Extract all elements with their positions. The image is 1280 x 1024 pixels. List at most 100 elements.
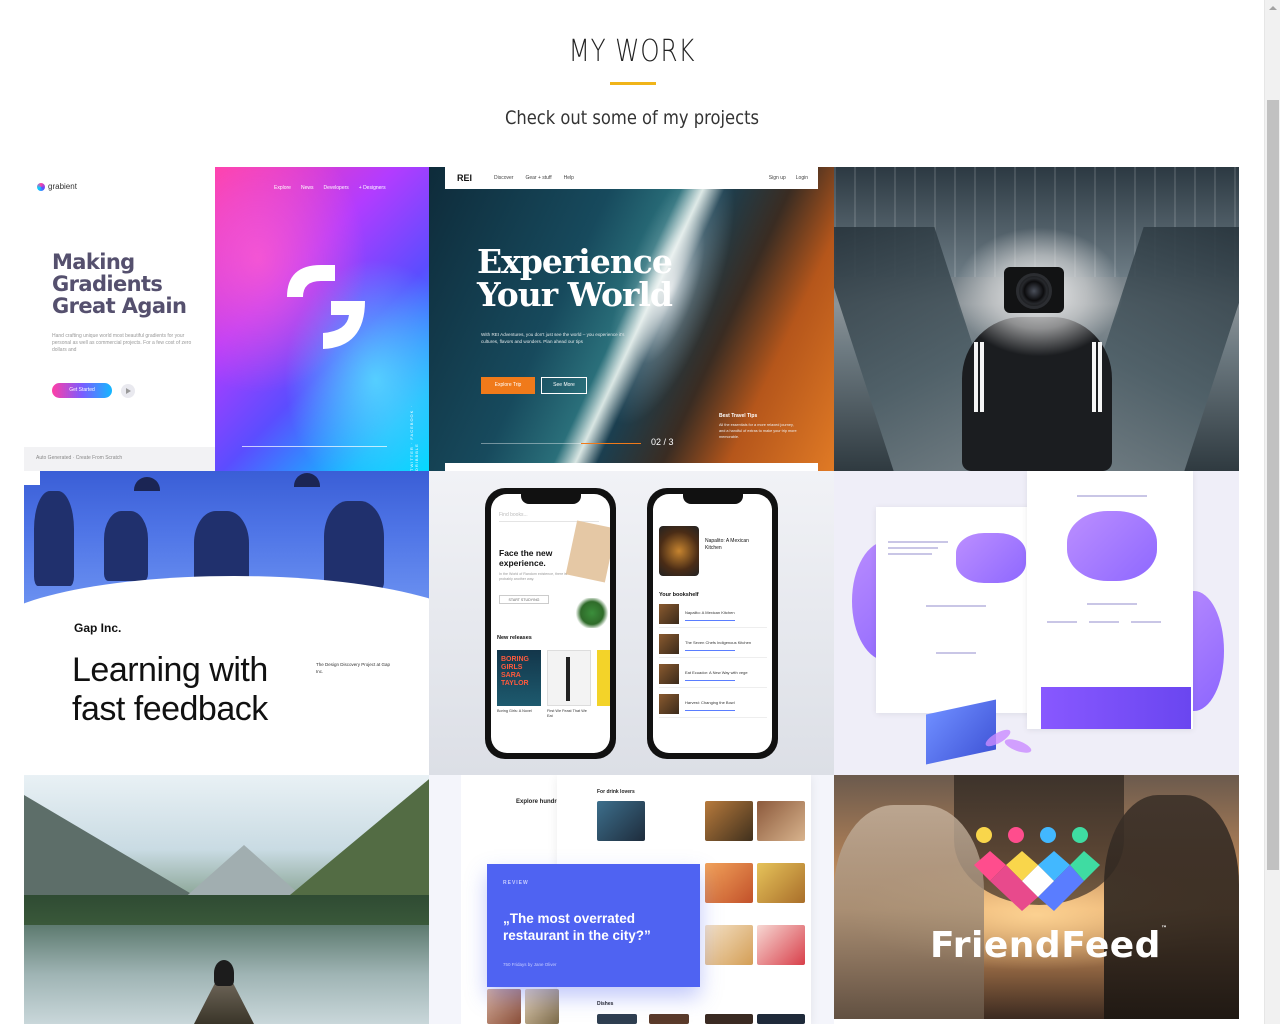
project-tile-gap[interactable]: Gap Inc. Learning with fast feedback The… [24,471,429,775]
book-cover [547,650,591,706]
project-tile-photographer[interactable] [834,167,1239,471]
bookshelf-row: Harvest: Changing the Bowl [659,692,767,718]
grabient-nav-item: Explore [274,185,291,191]
rei-slider-track [481,443,641,444]
trademark-symbol: ™ [1160,925,1168,932]
project-tile-grabient[interactable]: grabient Making Gradients Great Again Ha… [24,167,429,471]
text-line [1089,621,1119,623]
book-caption: Boring Girls: A Novel [497,709,532,713]
bookshelf-row: Napalito: A Mexican Kitchen [659,602,767,628]
drink-photo [757,925,805,965]
text-line [1077,495,1147,497]
lamp-icon [294,473,320,487]
book-detail-title: Napalito: A Mexican Kitchen [705,538,749,551]
dish-photo [649,1014,689,1024]
person-figure [34,491,74,586]
rei-logo: REI [457,173,473,183]
section-header: MY WORK Check out some of my projects [0,0,1264,166]
hero-illustration [956,533,1026,583]
plant-image [575,598,609,628]
section-subtitle: Check out some of my projects [504,107,760,129]
hero-illustration [1067,511,1157,581]
purple-footer-band [1041,687,1191,729]
dish-photo [525,989,559,1024]
jacket-stripe [1092,342,1096,412]
dish-photo [597,1014,637,1024]
bookshelf-row: The Seven Chefs Indigenous Kitchen [659,632,767,658]
grabient-nav-item: + Designers [358,185,386,191]
book-thumb [659,634,679,654]
grabient-g-icon [287,265,365,349]
grabient-nav-item: Developers [323,185,349,191]
menu-tab [24,471,40,485]
review-byline: 750 Fridays by Jane Oliver [503,962,557,967]
drink-photo [757,863,805,903]
book-hero-button: START STUDYING [499,595,549,604]
section-label: For drink lovers [597,789,635,795]
drink-photo [705,801,753,841]
rei-body: With REI Adventures, you don't just see … [481,332,625,344]
text-line [926,605,986,607]
project-tile-book-app[interactable]: Find books... Face the new experience. I… [429,471,834,775]
logo-dot [976,827,992,843]
project-tile-delivery-landing[interactable] [834,471,1239,775]
reading-progress [685,650,735,651]
person-figure [104,511,148,581]
rei-login: Login [795,175,808,181]
scroll-up-arrow-icon[interactable] [1265,0,1280,16]
notebook-image [565,520,610,583]
rei-headline: Experience Your World [477,242,673,314]
rei-signup: Sign up [768,175,786,181]
phone-notch [683,494,743,504]
page-scrollbar[interactable] [1264,0,1280,1024]
leaf-decor [1003,736,1033,756]
person-left [834,805,984,1019]
rei-slide-counter: 02 / 3 [651,437,674,447]
phone-mockup: Find books... Face the new experience. I… [485,488,616,759]
rei-nav-item: Help [563,175,574,181]
rei-topbar: REI Discover Gear + stuff Help Sign up L… [445,167,818,189]
grabient-logo-icon [37,182,45,191]
grabient-nav-item: News [300,185,314,191]
grabient-gradient-art [215,167,429,471]
new-releases-label: New releases [497,635,532,641]
text-line [888,553,932,555]
rei-nav-item: Gear + stuff [525,175,552,181]
jacket-stripe [974,342,978,412]
book-cover: BORING GIRLS SARA TAYLOR [497,650,541,706]
person-right [1104,795,1239,1019]
grabient-social: TWITTER · FACEBOOK · DRIBBBLE [409,405,419,471]
rei-nav-item: Discover [494,175,514,181]
reading-progress [685,710,735,711]
logo-dot [1008,827,1024,843]
project-tile-restaurant[interactable]: Explore hundreds with you For drink love… [429,775,834,1024]
project-tile-lake[interactable] [24,775,429,1024]
text-line [888,547,938,549]
play-icon [121,384,135,398]
scrollbar-thumb[interactable] [1267,100,1279,870]
bookshelf-title: The Seven Chefs Indigenous Kitchen [685,640,752,645]
grabient-brand-label: grabient [48,182,77,191]
person-figure [324,501,384,591]
text-line [1047,621,1077,623]
portfolio-grid: grabient Making Gradients Great Again Ha… [24,167,1239,1024]
grabient-progress [242,446,387,447]
bookshelf-label: Your bookshelf [659,592,699,598]
bookshelf-title: Napalito: A Mexican Kitchen [685,610,735,615]
rei-see-more-button: See More [541,377,587,394]
project-tile-rei[interactable]: REI Discover Gear + stuff Help Sign up L… [429,167,834,471]
reading-progress [685,680,735,681]
text-line [936,652,976,654]
book-cover [597,650,610,706]
review-tag: REVIEW [503,880,529,886]
bookshelf-title: Eat Ecuador: A New Way with vege [685,670,748,675]
book-thumb [659,604,679,624]
camera-lens [1016,273,1052,309]
friendfeed-wordmark: FriendFeed™ [930,925,1167,966]
phone-screen: Find books... Face the new experience. I… [491,494,610,753]
project-tile-friendfeed[interactable]: FriendFeed™ [834,775,1239,1019]
landing-page-mockup [876,507,1044,713]
book-cover-text: BORING GIRLS SARA TAYLOR [501,656,529,687]
text-line [1131,621,1161,623]
phone-mockup: Napalito: A Mexican Kitchen Your bookshe… [647,488,778,759]
